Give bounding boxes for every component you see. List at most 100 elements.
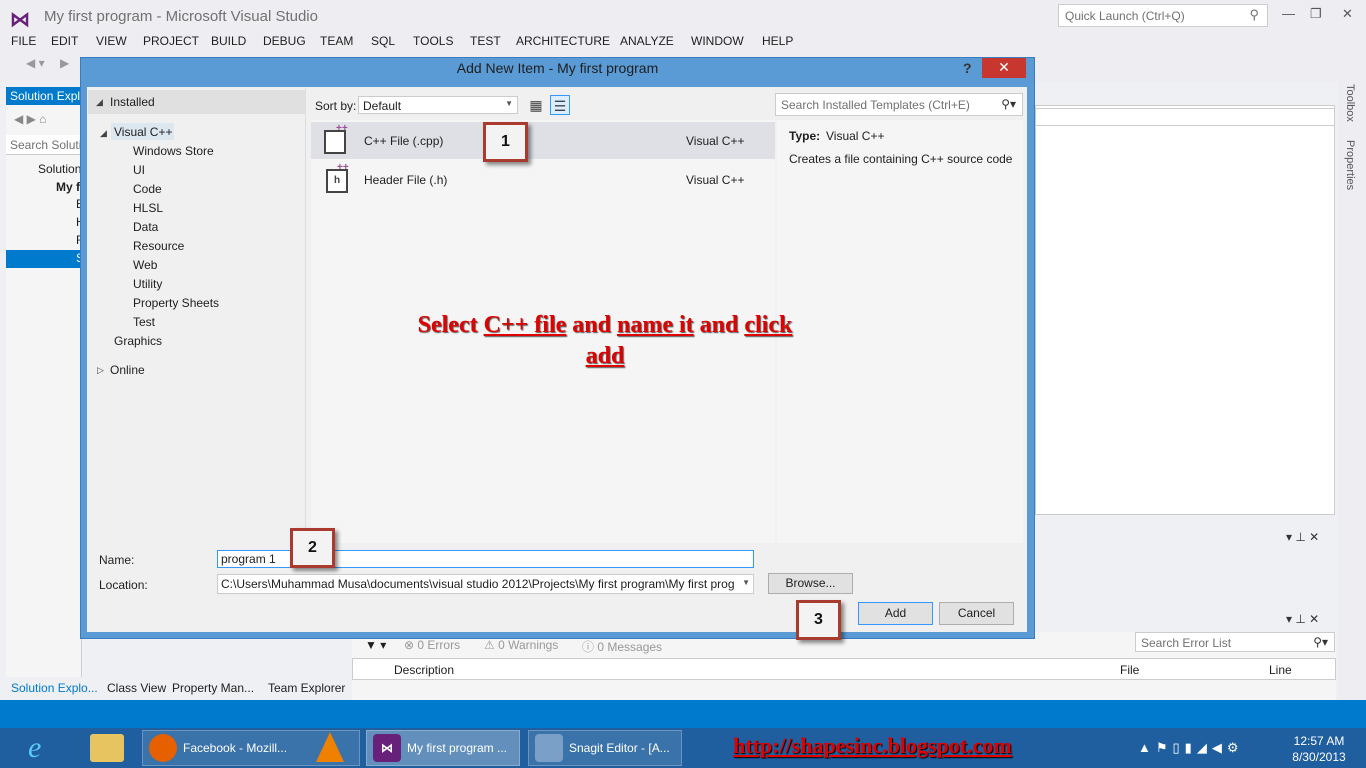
forward-icon[interactable]: ▶ [60,56,69,70]
instruction-text: C++ file [483,312,567,338]
collapse-icon[interactable]: ◢ [96,97,103,108]
callout-1: 1 [483,122,528,162]
menu-sql[interactable]: SQL [371,34,395,48]
column-line[interactable]: Line [1269,663,1292,677]
column-description[interactable]: Description [394,663,454,677]
file-explorer-icon[interactable] [90,734,124,762]
editor-area [1035,105,1335,515]
errors-label: 0 Errors [417,638,461,652]
cancel-button[interactable]: Cancel [939,602,1014,625]
menu-tools[interactable]: TOOLS [413,34,453,48]
tree-ui[interactable]: UI [133,163,145,177]
instruction-text: Select [417,312,484,338]
browse-button[interactable]: Browse... [768,573,853,594]
tree-installed[interactable]: Installed [110,95,155,109]
clock-time: 12:57 AM [1293,734,1345,748]
tab-class-view[interactable]: Class View [107,681,166,695]
errors-count[interactable]: ⊗ 0 Errors [404,638,460,652]
solution-search-input[interactable]: Search Soluti [6,135,82,155]
menu-architecture[interactable]: ARCHITECTURE [516,34,610,48]
instruction-annotation: Select C++ file and name it and click add [370,310,840,372]
toolbox-tab[interactable]: Toolbox [1344,84,1356,122]
properties-tab[interactable]: Properties [1344,140,1356,190]
column-file[interactable]: File [1120,663,1139,677]
snagit-icon [535,734,563,762]
collapse-icon[interactable]: ◢ [100,128,107,139]
visual-studio-logo-icon: ⋈ [10,9,30,31]
back-icon[interactable]: ◀ ▾ [26,56,45,70]
vlc-icon[interactable] [316,732,344,762]
taskbar-snagit[interactable]: Snagit Editor - [A... [528,730,682,766]
tree-property-sheets[interactable]: Property Sheets [133,296,219,310]
instruction-text: add [585,343,625,369]
tree-visual-cpp[interactable]: Visual C++ [114,125,172,139]
tree-web[interactable]: Web [133,258,157,272]
taskbar-clock[interactable]: 12:57 AM 8/30/2013 [1284,733,1354,765]
location-input[interactable]: C:\Users\Muhammad Musa\documents\visual … [217,574,754,594]
list-view-icon[interactable]: ☰ [550,95,570,115]
folder-node[interactable]: S [6,251,82,265]
warnings-label: 0 Warnings [498,638,559,652]
system-tray-icons[interactable]: ▲⚑▯▮◢◀⚙ [1138,740,1243,756]
pin-close-icon[interactable]: ▾ ⊥ ✕ [1286,612,1319,626]
tab-team-explorer[interactable]: Team Explorer [268,681,345,695]
tab-property-manager[interactable]: Property Man... [172,681,254,695]
quick-launch-input[interactable]: Quick Launch (Ctrl+Q) ⚲ [1058,4,1268,27]
solution-node[interactable]: Solution [6,162,82,176]
tree-test[interactable]: Test [133,315,155,329]
menu-team[interactable]: TEAM [320,34,353,48]
folder-node[interactable]: E [6,197,82,211]
menu-test[interactable]: TEST [470,34,501,48]
grid-view-icon[interactable]: ▦ [526,95,546,115]
tree-data[interactable]: Data [133,220,158,234]
tab-solution-explorer[interactable]: Solution Explo... [11,681,98,695]
menu-edit[interactable]: EDIT [51,34,78,48]
folder-node[interactable]: H [6,215,82,229]
pin-close-icon[interactable]: ▾ ⊥ ✕ [1286,530,1319,544]
sort-select[interactable]: Default ▼ [358,96,518,114]
filter-icon[interactable]: ▼ ▾ [365,638,386,652]
folder-node[interactable]: R [6,233,82,247]
tree-hlsl[interactable]: HLSL [133,201,163,215]
project-node[interactable]: My f [6,180,82,194]
menu-build[interactable]: BUILD [211,34,246,48]
template-type: Visual C++ [686,134,745,148]
search-icon: ⚲▾ [1001,97,1016,111]
help-button[interactable]: ? [963,60,972,76]
expand-icon[interactable]: ▷ [97,365,104,376]
internet-explorer-icon[interactable]: e [28,731,64,765]
tree-online[interactable]: Online [110,363,145,377]
solution-explorer-tab[interactable]: Solution Expl [6,87,82,105]
menu-file[interactable]: FILE [11,34,36,48]
template-description: Creates a file containing C++ source cod… [789,152,1013,166]
taskbar-visual-studio[interactable]: ⋈ My first program ... [366,730,520,766]
messages-count[interactable]: ⓘ 0 Messages [582,638,662,655]
search-icon: ⚲ [1249,7,1259,22]
restore-icon[interactable]: ❐ [1310,6,1322,22]
menu-help[interactable]: HELP [762,34,793,48]
properties-combo[interactable] [1035,108,1335,126]
instruction-text: click [744,312,793,338]
taskbar-label: Snagit Editor - [A... [569,741,670,755]
search-templates-input[interactable]: Search Installed Templates (Ctrl+E) ⚲▾ [775,93,1023,116]
menu-project[interactable]: PROJECT [143,34,199,48]
tree-utility[interactable]: Utility [133,277,162,291]
error-search-input[interactable]: Search Error List ⚲▾ [1135,632,1335,652]
menu-window[interactable]: WINDOW [691,34,744,48]
minimize-icon[interactable]: — [1282,6,1295,21]
tree-windows-store[interactable]: Windows Store [133,144,214,158]
sort-label: Sort by: [315,99,357,113]
tree-code[interactable]: Code [133,182,162,196]
close-window-icon[interactable]: ✕ [1342,6,1353,22]
tree-graphics[interactable]: Graphics [114,334,162,348]
menu-view[interactable]: VIEW [96,34,127,48]
menu-analyze[interactable]: ANALYZE [620,34,674,48]
menu-debug[interactable]: DEBUG [263,34,306,48]
warnings-count[interactable]: ⚠ 0 Warnings [484,638,558,652]
instruction-text: name it [616,312,694,338]
dialog-close-button[interactable]: ✕ [982,58,1026,78]
home-icon[interactable]: ◀ ▶ ⌂ [14,112,46,126]
instruction-text: and [566,312,617,338]
tree-resource[interactable]: Resource [133,239,184,253]
add-button[interactable]: Add [858,602,933,625]
